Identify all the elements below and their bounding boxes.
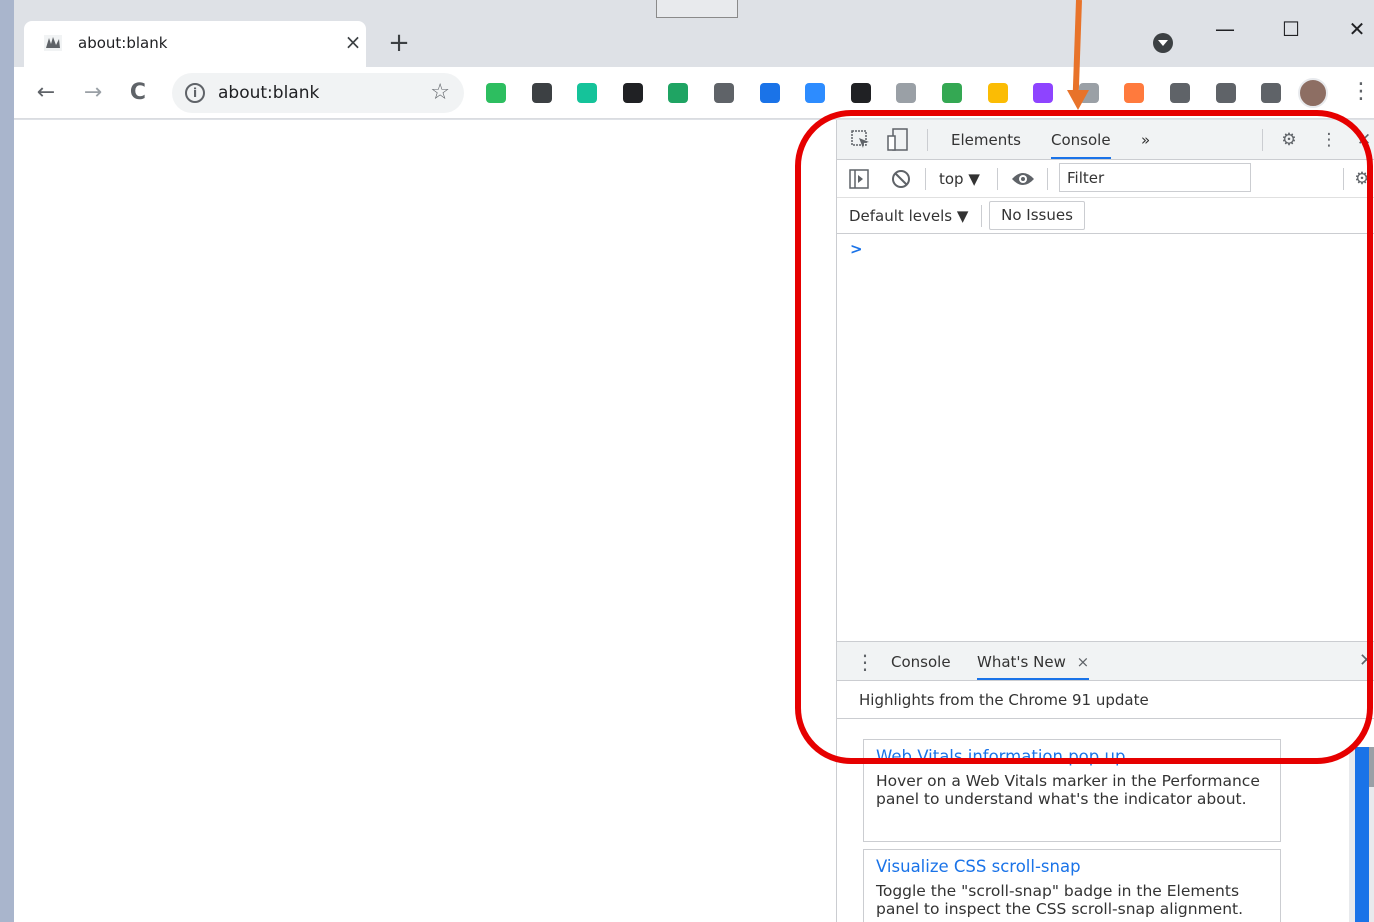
- info-icon[interactable]: i: [185, 83, 205, 103]
- orange-app-icon[interactable]: [1124, 83, 1144, 103]
- drawer-tab-whats-new[interactable]: What's New ×: [977, 653, 1090, 680]
- evernote-icon[interactable]: [486, 83, 506, 103]
- tab-title: about:blank: [78, 34, 168, 52]
- whats-new-scrollbar[interactable]: [1349, 747, 1374, 922]
- separator: [981, 205, 982, 227]
- drawer-tab-console[interactable]: Console: [891, 653, 951, 671]
- console-levels-bar: Default levels ▼ No Issues: [837, 198, 1374, 234]
- separator: [927, 129, 928, 151]
- b-icon[interactable]: [1033, 83, 1053, 103]
- pinterest-icon[interactable]: [532, 83, 552, 103]
- feature-image: [1355, 747, 1369, 922]
- console-toolbar: top ▼ Filter ⚙: [837, 160, 1374, 198]
- google-drive-icon[interactable]: [668, 83, 688, 103]
- tab-favicon-icon: [44, 35, 62, 51]
- devtools-tabbar: Elements Console » ⚙ ⋮ ✕: [837, 120, 1374, 160]
- tab-elements[interactable]: Elements: [951, 131, 1021, 149]
- maximize-button[interactable]: ☐: [1276, 16, 1306, 42]
- blue-app-icon[interactable]: [760, 83, 780, 103]
- close-whats-new-icon[interactable]: ×: [1077, 653, 1090, 671]
- scrollbar-thumb[interactable]: [1369, 747, 1374, 787]
- timer-icon[interactable]: [942, 83, 962, 103]
- page-content: [14, 120, 836, 922]
- settings-gear-icon[interactable]: ⚙: [1278, 129, 1300, 151]
- console-settings-icon[interactable]: ⚙: [1351, 168, 1373, 190]
- filter-input[interactable]: Filter: [1059, 163, 1251, 192]
- context-selector[interactable]: top ▼: [939, 170, 980, 188]
- feature-card-description: Hover on a Web Vitals marker in the Perf…: [876, 772, 1260, 808]
- bookmark-star-icon[interactable]: ☆: [430, 80, 450, 105]
- log-levels-dropdown[interactable]: Default levels ▼: [849, 207, 968, 225]
- separator: [1047, 168, 1048, 190]
- highlights-text: Highlights from the Chrome 91 update: [859, 691, 1149, 709]
- cast-icon[interactable]: [714, 83, 734, 103]
- person-icon[interactable]: [1170, 83, 1190, 103]
- address-text[interactable]: about:blank: [218, 83, 319, 103]
- separator: [1343, 168, 1344, 190]
- more-menu-icon[interactable]: ⋮: [1350, 81, 1372, 103]
- browser-window: about:blank × + — ☐ ✕ ← → C i about:blan…: [14, 0, 1374, 922]
- tab-console[interactable]: Console: [1051, 131, 1111, 159]
- feature-card-title[interactable]: Visualize CSS scroll-snap: [864, 850, 1280, 876]
- browser-toolbar: ← → C i about:blank ☆ ⋮: [14, 67, 1374, 119]
- sidebar-toggle-icon[interactable]: [849, 169, 869, 189]
- issues-button[interactable]: No Issues: [989, 201, 1085, 230]
- profile-avatar[interactable]: [1298, 78, 1328, 108]
- grid-icon[interactable]: [851, 83, 871, 103]
- extension-dark-icon[interactable]: [623, 83, 643, 103]
- feature-card: Web Vitals information pop up Hover on a…: [863, 739, 1281, 842]
- live-expression-eye-icon[interactable]: [1011, 170, 1035, 188]
- shield-icon[interactable]: [988, 83, 1008, 103]
- apple-icon[interactable]: [896, 83, 916, 103]
- new-tab-button[interactable]: +: [388, 30, 410, 56]
- browser-tab[interactable]: about:blank ×: [24, 21, 366, 67]
- forward-button[interactable]: →: [80, 80, 106, 106]
- minimize-button[interactable]: —: [1210, 16, 1240, 42]
- close-drawer-icon[interactable]: ✕: [1359, 650, 1374, 671]
- window-notch: [656, 0, 738, 18]
- close-window-button[interactable]: ✕: [1342, 16, 1372, 42]
- tab-search-icon[interactable]: [1153, 33, 1173, 53]
- devtools-menu-icon[interactable]: ⋮: [1318, 129, 1340, 151]
- feature-card-title[interactable]: Web Vitals information pop up: [864, 740, 1280, 766]
- media-icon[interactable]: [1261, 83, 1281, 103]
- clear-console-icon[interactable]: [891, 169, 911, 189]
- back-button[interactable]: ←: [33, 80, 59, 106]
- inspect-element-icon[interactable]: [851, 130, 871, 150]
- drawer-menu-icon[interactable]: ⋮: [855, 650, 875, 674]
- annotation-arrow-head: [1067, 90, 1089, 110]
- zoom-icon[interactable]: [805, 83, 825, 103]
- feature-card-description: Toggle the "scroll-snap" badge in the El…: [876, 882, 1244, 918]
- close-devtools-icon[interactable]: ✕: [1353, 129, 1374, 151]
- whats-new-header: Highlights from the Chrome 91 update: [837, 681, 1374, 719]
- separator: [1262, 129, 1263, 151]
- separator: [925, 168, 926, 190]
- more-tabs-icon[interactable]: »: [1141, 131, 1150, 149]
- whats-new-label: What's New: [977, 653, 1066, 671]
- separator: [997, 168, 998, 190]
- feature-card: Visualize CSS scroll-snap Toggle the "sc…: [863, 849, 1281, 922]
- tab-close-icon[interactable]: ×: [342, 31, 364, 53]
- devtools-panel: Elements Console » ⚙ ⋮ ✕ top ▼ Filter ⚙ …: [836, 120, 1374, 922]
- reload-button[interactable]: C: [125, 80, 151, 106]
- puzzle-icon[interactable]: [1216, 83, 1236, 103]
- drawer-tabbar: ⋮ Console What's New × ✕: [837, 641, 1374, 681]
- address-bar[interactable]: i about:blank ☆: [172, 73, 464, 113]
- console-prompt[interactable]: >: [850, 240, 863, 258]
- device-toolbar-icon[interactable]: [887, 128, 909, 152]
- grammarly-icon[interactable]: [577, 83, 597, 103]
